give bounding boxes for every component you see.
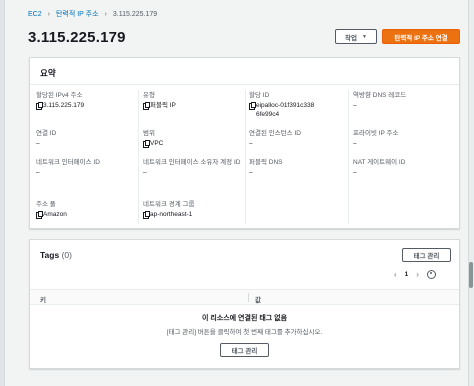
summary-field: 연결 ID – xyxy=(36,129,136,148)
breadcrumb-ec2[interactable]: EC2 xyxy=(28,11,42,18)
summary-field: 퍼블릭 DNS – xyxy=(249,158,349,177)
column-divider xyxy=(245,90,246,224)
copy-icon[interactable] xyxy=(143,139,150,148)
left-nav-collapsed xyxy=(0,0,5,386)
field-value: – xyxy=(36,139,136,148)
breadcrumb-current: 3.115.225.179 xyxy=(112,10,158,18)
field-value: – xyxy=(249,168,349,177)
tags-table-header: 키 값 xyxy=(30,289,459,305)
field-value-text: – xyxy=(353,102,357,109)
scrollbar[interactable] xyxy=(468,0,474,386)
field-value-text: ap-northeast-1 xyxy=(150,211,193,218)
summary-field: 유형퍼블릭 IP xyxy=(143,91,243,110)
field-label: 프라이빗 IP 주소 xyxy=(353,130,399,137)
summary-field: NAT 게이트웨이 ID – xyxy=(353,158,453,177)
manage-tags-empty-button[interactable]: 태그 관리 xyxy=(220,343,269,357)
summary-field: 할당된 IPv4 주소 3.115.225.179 xyxy=(36,91,136,110)
field-value-text: – xyxy=(36,169,40,176)
field-label: 연결된 인스턴스 ID xyxy=(249,130,301,137)
summary-field: 프라이빗 IP 주소 – xyxy=(353,129,453,148)
actions-button-label: 작업 xyxy=(345,34,357,42)
caret-down-icon: ▼ xyxy=(362,33,367,40)
summary-field: 역방향 DNS 레코드 – xyxy=(353,91,453,110)
field-label: 네트워크 인터페이스 소유자 계정 ID xyxy=(143,159,241,166)
field-label: 퍼블릭 DNS xyxy=(249,159,283,166)
empty-state-title: 이 리소스에 연결된 태그 없음 xyxy=(201,315,288,322)
field-value: – xyxy=(353,168,453,177)
field-value: VPC xyxy=(143,139,243,148)
empty-state-description: [태그 관리] 버튼을 클릭하여 첫 번째 태그를 추가하십시오. xyxy=(166,329,323,336)
field-label: 네트워크 인터페이스 ID xyxy=(36,159,100,166)
field-label: 네트워크 경계 그룹 xyxy=(143,201,195,208)
field-label: 할당된 IPv4 주소 xyxy=(36,92,83,99)
summary-field: 할당 ID eipalloc-01f391c3386fe99c4 xyxy=(249,91,349,119)
field-value-text: – xyxy=(249,140,253,147)
column-header-value[interactable]: 값 xyxy=(255,294,261,304)
field-value-text: – xyxy=(249,169,253,176)
field-value-text: – xyxy=(353,169,357,176)
field-value-text: – xyxy=(143,169,147,176)
chevron-right-icon[interactable]: › xyxy=(416,270,419,279)
copy-icon[interactable] xyxy=(36,101,43,110)
field-value: eipalloc-01f391c3386fe99c4 xyxy=(249,101,349,119)
field-value: – xyxy=(249,139,349,148)
field-label: NAT 게이트웨이 ID xyxy=(353,159,406,166)
field-value-text: 퍼블릭 IP xyxy=(150,102,176,109)
field-value: 퍼블릭 IP xyxy=(143,101,243,110)
field-value: – xyxy=(353,139,453,148)
summary-panel: 요약 할당된 IPv4 주소 3.115.225.179 유형퍼블릭 IP 할당 ID… xyxy=(29,57,460,229)
field-value-text: Amazon xyxy=(43,211,67,218)
scrollbar-thumb[interactable] xyxy=(469,262,473,288)
field-value: 3.115.225.179 xyxy=(36,101,136,110)
summary-field: 네트워크 인터페이스 ID – xyxy=(36,158,136,177)
summary-field: 네트워크 인터페이스 소유자 계정 ID – xyxy=(143,158,241,177)
field-label: 할당 ID xyxy=(249,92,270,99)
field-value: – xyxy=(143,168,241,177)
page-title: 3.115.225.179 xyxy=(28,29,126,46)
field-label: 유형 xyxy=(143,92,155,99)
associate-elastic-ip-button[interactable]: 탄력적 IP 주소 연결 xyxy=(382,29,460,44)
field-value: – xyxy=(353,101,453,110)
field-value-text: VPC xyxy=(150,140,164,147)
field-value-text: – xyxy=(353,140,357,147)
field-value: – xyxy=(36,168,136,177)
chevron-right-icon: › xyxy=(104,10,107,18)
column-divider xyxy=(248,293,249,302)
actions-dropdown-button[interactable]: 작업 ▼ xyxy=(335,29,377,44)
field-value: ap-northeast-1 xyxy=(143,210,243,219)
chevron-right-icon: › xyxy=(47,10,50,18)
column-header-key[interactable]: 키 xyxy=(40,294,46,304)
chevron-left-icon[interactable]: ‹ xyxy=(394,270,397,279)
settings-icon[interactable] xyxy=(426,269,436,279)
summary-heading: 요약 xyxy=(30,58,459,85)
summary-field: 연결된 인스턴스 ID – xyxy=(249,129,349,148)
field-label: 역방향 DNS 레코드 xyxy=(353,92,407,99)
copy-icon[interactable] xyxy=(143,101,150,110)
tags-panel: Tags (0) 태그 관리 ‹ 1 › 키 값 이 리소스에 연결된 태그 없… xyxy=(29,239,460,369)
summary-field: 범위 VPC xyxy=(143,129,243,148)
field-value-text: 3.115.225.179 xyxy=(43,102,85,109)
breadcrumb-elastic-ips[interactable]: 탄력적 IP 주소 xyxy=(56,9,99,19)
field-label: 주소 풀 xyxy=(36,201,56,208)
tags-title-text: Tags xyxy=(40,250,60,260)
summary-field: 주소 풀 Amazon xyxy=(36,200,136,219)
field-value-text: – xyxy=(36,140,40,147)
copy-icon[interactable] xyxy=(249,101,256,110)
tags-heading: Tags (0) xyxy=(40,250,72,260)
field-label: 범위 xyxy=(143,130,155,137)
copy-icon[interactable] xyxy=(36,210,43,219)
copy-icon[interactable] xyxy=(143,210,150,219)
tags-count: (0) xyxy=(61,250,72,260)
pagination: ‹ 1 › xyxy=(394,268,436,280)
summary-field: 네트워크 경계 그룹 ap-northeast-1 xyxy=(143,200,243,219)
column-divider xyxy=(138,90,139,224)
field-value: Amazon xyxy=(36,210,136,219)
field-label: 연결 ID xyxy=(36,130,57,137)
breadcrumb: EC2 › 탄력적 IP 주소 › 3.115.225.179 xyxy=(28,9,157,19)
field-value-text: eipalloc-01f391c3386fe99c4 xyxy=(256,102,315,118)
page-number[interactable]: 1 xyxy=(405,271,409,278)
manage-tags-button[interactable]: 태그 관리 xyxy=(402,248,451,262)
